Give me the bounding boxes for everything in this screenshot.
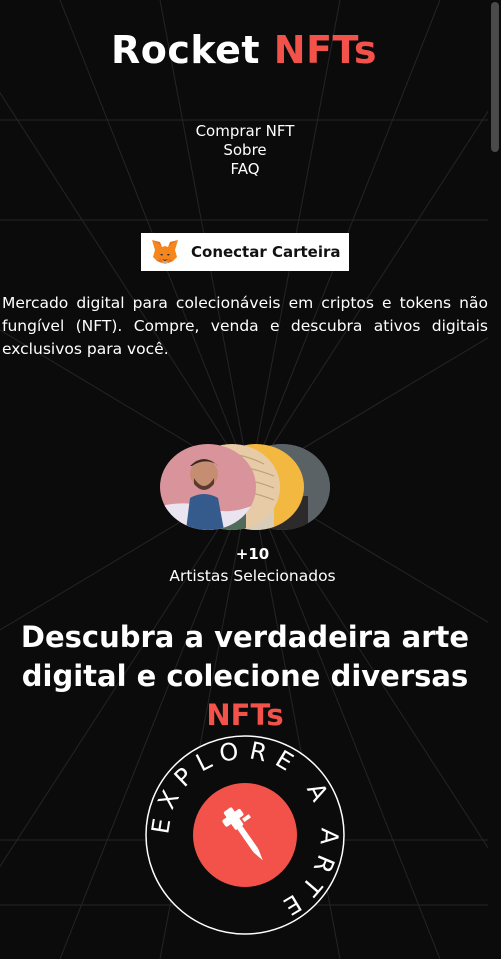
headline-accent: NFTs	[206, 698, 284, 732]
artists-count: +10	[235, 545, 270, 563]
connect-wallet-button[interactable]: Conectar Carteira	[141, 233, 349, 271]
nav-item-faq[interactable]: FAQ	[0, 160, 490, 179]
metamask-fox-icon	[151, 239, 179, 265]
avatar	[160, 444, 256, 530]
main-nav: Comprar NFT Sobre FAQ	[0, 122, 490, 179]
connect-wallet-label: Conectar Carteira	[191, 243, 341, 261]
nav-item-comprar-nft[interactable]: Comprar NFT	[0, 122, 490, 141]
explore-art-badge[interactable]: EXPLORE A ARTE	[144, 734, 346, 936]
hero-description: Mercado digital para colecionáveis em cr…	[2, 294, 488, 358]
nav-item-sobre[interactable]: Sobre	[0, 141, 490, 160]
artists-label: Artistas Selecionados	[169, 567, 336, 585]
page-title: Rocket NFTs	[0, 28, 488, 72]
scrollbar-thumb[interactable]	[491, 2, 499, 152]
title-accent: NFTs	[273, 28, 378, 72]
artist-avatars	[160, 444, 340, 534]
headline-text: Descubra a verdadeira arte digital e col…	[20, 620, 470, 693]
page: Rocket NFTs Comprar NFT Sobre FAQ Conect…	[0, 0, 488, 959]
headline: Descubra a verdadeira arte digital e col…	[0, 618, 490, 735]
title-prefix: Rocket	[110, 28, 261, 72]
